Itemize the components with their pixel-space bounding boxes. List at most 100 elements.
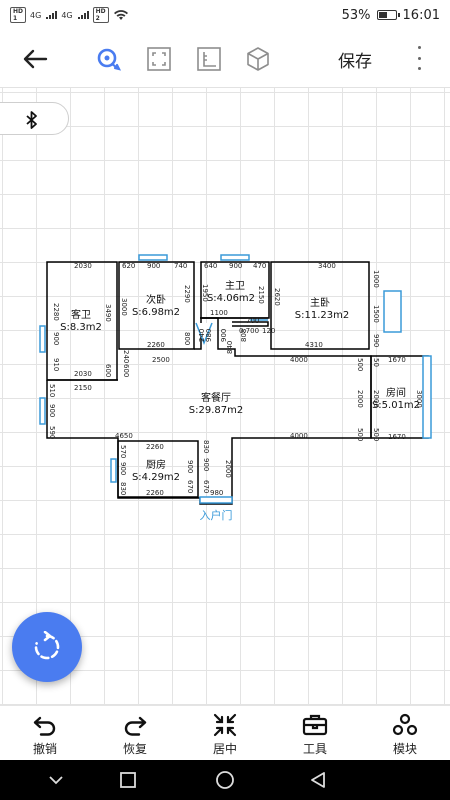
dim-label: 900 — [52, 332, 60, 345]
modules-label: 模块 — [392, 742, 417, 756]
arrow-left-icon[interactable] — [18, 44, 52, 74]
dim-label: 470 — [253, 262, 266, 270]
dim-label: 2030 — [74, 262, 92, 270]
dim-label: 2290 — [183, 285, 191, 303]
dim-label: 570 — [119, 445, 127, 458]
dim-label: 990 — [372, 334, 380, 347]
sim2-icon: HD 2 — [92, 7, 109, 23]
dim-label: 980 — [205, 329, 213, 342]
dim-label: 740 — [174, 262, 187, 270]
signal1-label: 4G — [30, 10, 42, 20]
door-entrance[interactable] — [199, 496, 233, 504]
center-button[interactable]: 居中 — [180, 706, 270, 760]
wifi-icon — [113, 10, 128, 20]
room-name[interactable]: 房间 — [386, 386, 406, 399]
toolbox-icon — [302, 714, 328, 736]
dim-label: 2150 — [74, 384, 92, 392]
clock: 16:01 — [402, 7, 440, 23]
dim-label: 800 — [183, 332, 191, 345]
dim-label: 1500 — [372, 305, 380, 323]
more-menu-icon[interactable] — [414, 46, 424, 70]
status-bar: HD 1 4G 4G HD 2 53% 16:01 — [0, 0, 450, 30]
signal1-bars-icon — [46, 11, 58, 19]
dim-label: 1670 — [388, 433, 406, 441]
dim-label: 0.700 — [239, 327, 259, 335]
room-name[interactable]: 客餐厅 — [201, 391, 231, 404]
tools-button[interactable]: 工具 — [270, 706, 360, 760]
pan-move-icon[interactable] — [95, 45, 123, 73]
home-circle-icon[interactable] — [214, 770, 236, 790]
dim-label: 3000 — [120, 298, 128, 316]
undo-button[interactable]: 撤销 — [0, 706, 90, 760]
room-name[interactable]: 主卧 — [310, 296, 330, 309]
dim-label: 120 — [262, 327, 275, 335]
dim-label: 2030 — [74, 370, 92, 378]
dim-label: 2500 — [152, 356, 170, 364]
back-triangle-icon[interactable] — [308, 770, 328, 790]
room-name[interactable]: 客卫 — [71, 308, 91, 321]
battery-fill — [378, 12, 387, 18]
frame-icon[interactable] — [145, 45, 173, 73]
save-button[interactable]: 保存 — [338, 47, 372, 72]
rotate-icon — [34, 631, 60, 660]
recents-square-icon[interactable] — [118, 770, 138, 790]
dim-label: 2260 — [146, 443, 164, 451]
floorplan-canvas[interactable]: 2030 2030 2280 900 910 3490 600 620 900 … — [0, 88, 450, 705]
room-area: S:4.29m2 — [132, 472, 180, 483]
room-name[interactable]: 次卧 — [146, 293, 166, 306]
center-label: 居中 — [212, 742, 237, 756]
dim-label: 700 — [246, 317, 259, 325]
window-zhuwo — [383, 290, 402, 333]
signal2-label: 4G — [61, 10, 73, 20]
dim-label: 2280 — [52, 303, 60, 321]
dim-label: 2620 — [273, 288, 281, 306]
dim-label: 1100 — [210, 309, 228, 317]
dim-label: 510 — [48, 384, 56, 397]
dim-label: 3400 — [318, 262, 336, 270]
dim-label: 2150 — [257, 286, 265, 304]
dim-label: 2000 — [224, 460, 232, 478]
chevron-down-icon[interactable] — [46, 770, 66, 790]
redo-label: 恢复 — [122, 742, 147, 756]
rotate-button[interactable] — [12, 612, 82, 682]
dim-label: 830 — [119, 482, 127, 495]
dim-label: 900 — [186, 460, 194, 473]
undo-label: 撤销 — [32, 742, 57, 756]
window-kewei — [39, 325, 46, 353]
dim-label: 600 — [104, 364, 112, 377]
dim-label: 4310 — [305, 341, 323, 349]
undo-icon — [33, 716, 56, 736]
dim-label: 640 — [204, 262, 217, 270]
dim-label: 4000 — [290, 432, 308, 440]
dim-label: 900 — [220, 329, 228, 342]
room-area: S:5.01m2 — [372, 400, 420, 411]
dim-label: 50 — [372, 358, 380, 367]
window-hall — [39, 397, 46, 425]
dim-label: 500 — [372, 428, 380, 441]
room-area: S:4.06m2 — [207, 293, 255, 304]
room-area: S:29.87m2 — [189, 405, 243, 416]
modules-button[interactable]: 模块 — [360, 706, 450, 760]
floorplan[interactable]: 2030 2030 2280 900 910 3490 600 620 900 … — [0, 88, 450, 705]
dim-label: 670 — [202, 480, 210, 493]
entrance-label: 入户门 — [200, 508, 233, 522]
redo-icon — [124, 716, 147, 736]
ruler-icon[interactable] — [195, 45, 223, 73]
room-area: S:8.3m2 — [60, 322, 102, 333]
3d-box-icon[interactable] — [244, 45, 272, 73]
redo-button[interactable]: 恢复 — [90, 706, 180, 760]
dim-label: 900 — [147, 262, 160, 270]
bottom-toolbar: 撤销 恢复 居中 工具 模块 — [0, 705, 450, 760]
dim-label: 2260 — [147, 341, 165, 349]
room-area: S:11.23m2 — [295, 310, 349, 321]
dim-label: 4650 — [115, 432, 133, 440]
dim-label: 600 — [122, 364, 130, 377]
modules-icon — [392, 713, 418, 736]
battery-icon — [376, 10, 400, 20]
room-name[interactable]: 主卫 — [225, 280, 245, 292]
room-labels: 客卫 S:8.3m2 次卧 S:6.98m2 主卫 S:4.06m2 主卧 S:… — [60, 280, 420, 483]
sim1-icon: HD 1 — [10, 7, 27, 23]
room-name[interactable]: 厨房 — [146, 458, 166, 471]
battery-percent: 53% — [341, 7, 371, 23]
center-collapse-icon — [213, 713, 237, 737]
